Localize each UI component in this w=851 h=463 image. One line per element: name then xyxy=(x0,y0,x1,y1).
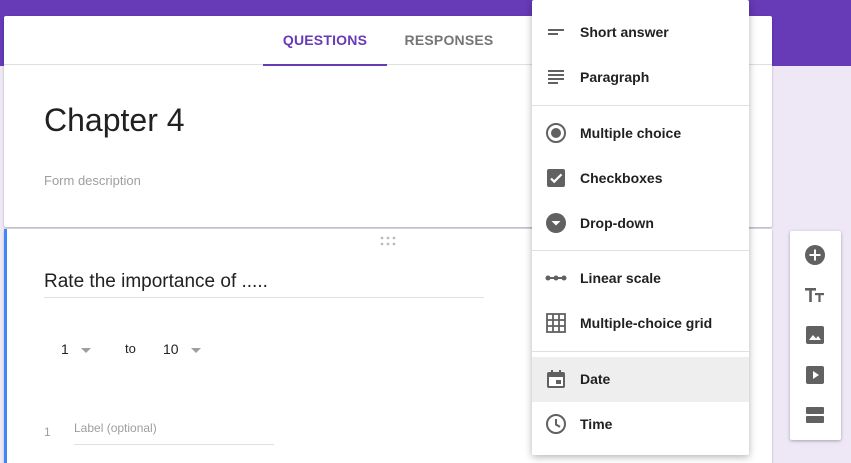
add-video-icon[interactable] xyxy=(803,363,827,387)
add-question-icon[interactable] xyxy=(803,243,827,267)
radio-icon xyxy=(546,123,566,143)
drag-handle-icon[interactable] xyxy=(380,236,396,246)
grid-icon xyxy=(546,313,566,333)
menu-item-label: Multiple choice xyxy=(580,125,682,141)
label-number: 1 xyxy=(44,425,51,439)
menu-item-checkboxes[interactable]: Checkboxes xyxy=(532,156,749,201)
scale-max-value: 10 xyxy=(163,341,179,357)
scale-max-select[interactable]: 10 xyxy=(163,341,201,357)
menu-item-label: Paragraph xyxy=(580,69,650,85)
menu-item-label: Date xyxy=(580,371,611,387)
menu-item-paragraph[interactable]: Paragraph xyxy=(532,55,749,100)
menu-divider xyxy=(532,351,749,352)
menu-item-multiple-choice-grid[interactable]: Multiple-choice grid xyxy=(532,301,749,346)
add-title-icon[interactable] xyxy=(803,283,827,307)
tab-questions[interactable]: QUESTIONS xyxy=(263,16,387,66)
tab-responses[interactable]: RESPONSES xyxy=(396,16,502,65)
menu-item-label: Short answer xyxy=(580,24,669,40)
menu-divider xyxy=(532,250,749,251)
calendar-icon xyxy=(547,370,565,388)
menu-item-label: Time xyxy=(580,416,613,432)
menu-item-date[interactable]: Date xyxy=(532,357,749,402)
menu-item-multiple-choice[interactable]: Multiple choice xyxy=(532,111,749,156)
side-toolbar xyxy=(790,231,841,440)
active-question-indicator xyxy=(4,229,7,463)
scale-min-value: 1 xyxy=(61,341,69,357)
checkbox-icon xyxy=(547,169,565,187)
menu-item-label: Checkboxes xyxy=(580,170,663,186)
menu-item-label: Multiple-choice grid xyxy=(580,315,713,331)
form-title[interactable]: Chapter 4 xyxy=(44,102,185,139)
add-image-icon[interactable] xyxy=(803,323,827,347)
form-description-field[interactable]: Form description xyxy=(44,173,141,188)
chevron-down-icon xyxy=(80,347,91,353)
menu-item-short-answer[interactable]: Short answer xyxy=(532,10,749,55)
menu-divider xyxy=(532,105,749,106)
chevron-down-icon xyxy=(190,347,201,353)
short-answer-icon xyxy=(548,29,564,35)
scale-min-select[interactable]: 1 xyxy=(61,341,91,357)
dropdown-icon xyxy=(546,213,566,233)
menu-item-time[interactable]: Time xyxy=(532,402,749,447)
label-input[interactable]: Label (optional) xyxy=(74,421,274,445)
linear-scale-icon xyxy=(545,275,567,281)
menu-item-linear-scale[interactable]: Linear scale xyxy=(532,256,749,301)
menu-item-label: Linear scale xyxy=(580,270,661,286)
menu-item-label: Drop-down xyxy=(580,215,654,231)
paragraph-icon xyxy=(548,70,564,84)
scale-range-row: 1 to 10 xyxy=(44,341,244,369)
question-type-menu: Short answer Paragraph Multiple choice C… xyxy=(532,0,749,455)
add-section-icon[interactable] xyxy=(803,403,827,427)
question-title-input[interactable]: Rate the importance of ..... xyxy=(44,271,484,298)
clock-icon xyxy=(546,414,566,434)
menu-item-drop-down[interactable]: Drop-down xyxy=(532,201,749,246)
to-label: to xyxy=(125,341,136,356)
